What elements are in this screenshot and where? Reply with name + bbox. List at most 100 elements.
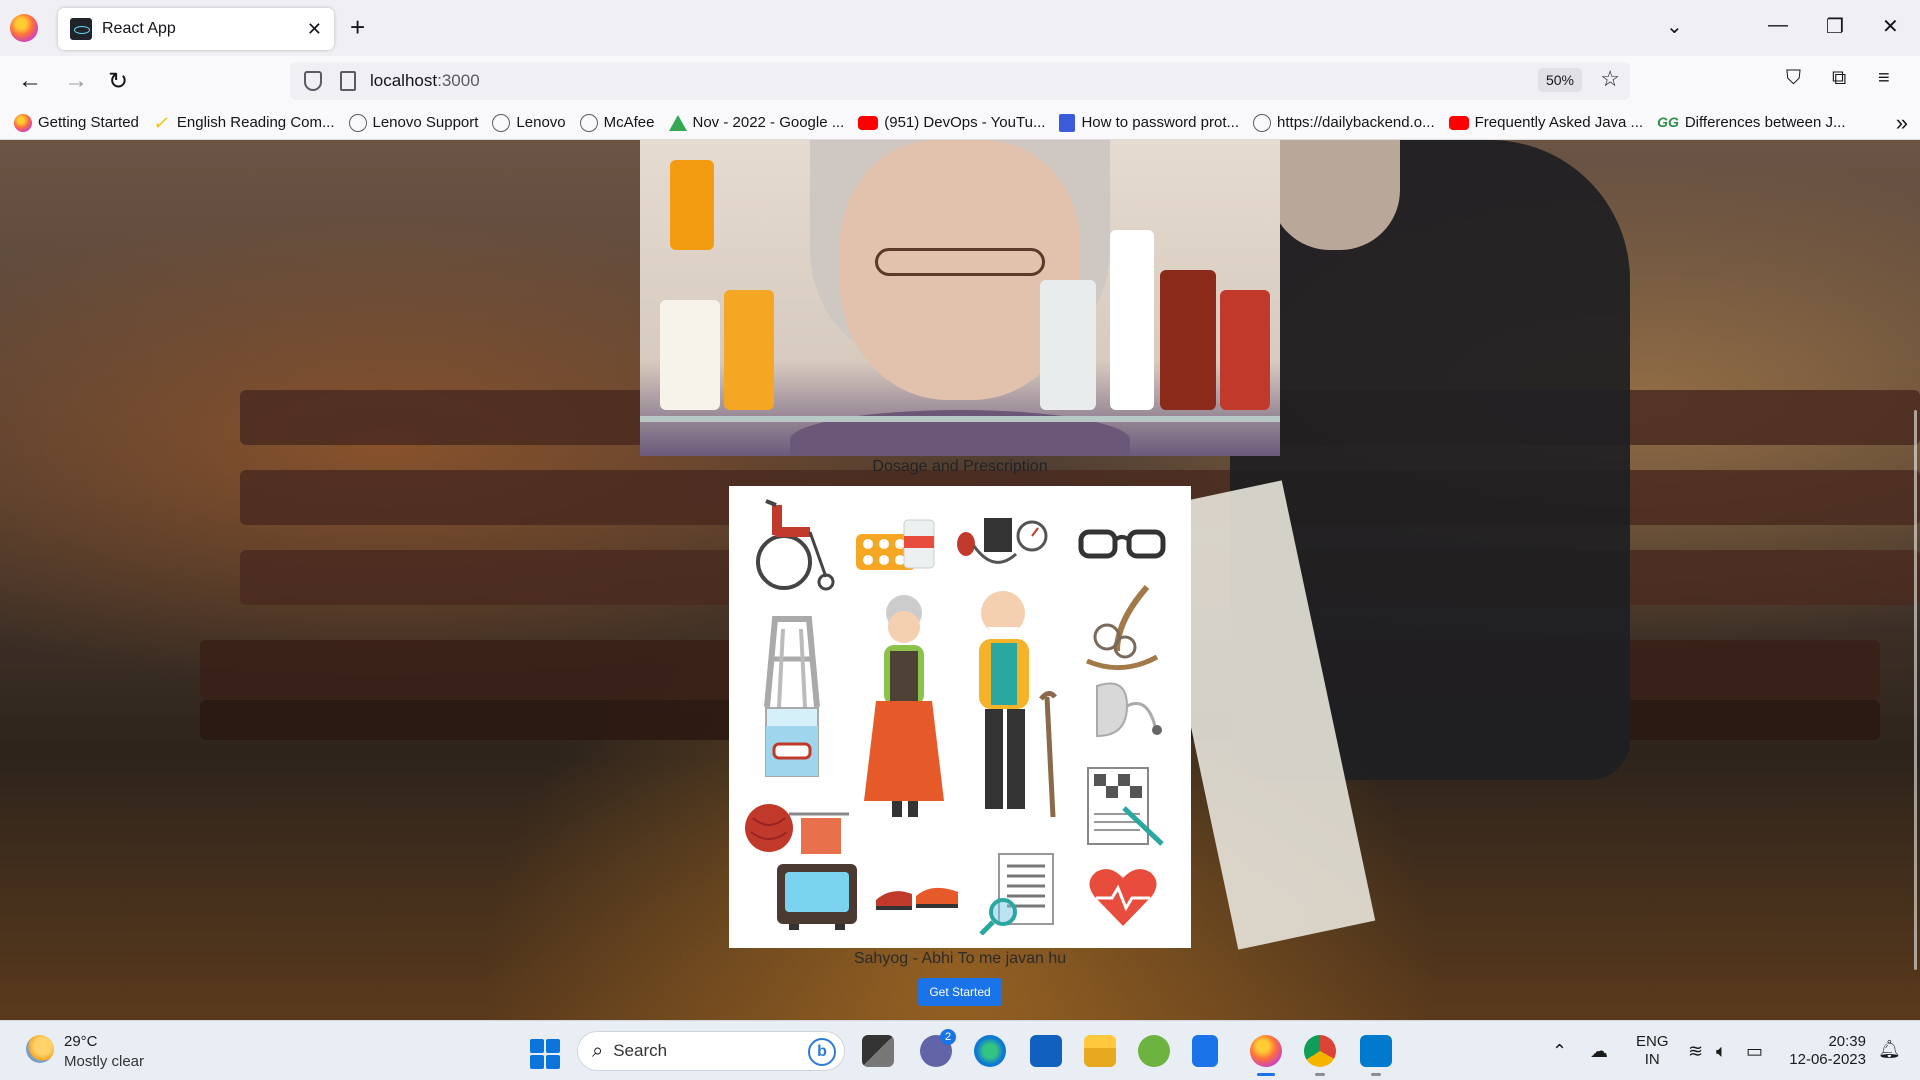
weather-temperature[interactable]: 29°C	[64, 1033, 98, 1050]
bookmark-lenovo-support[interactable]: Lenovo Support	[348, 113, 478, 132]
firefox-icon[interactable]	[10, 14, 38, 42]
chevron-down-icon[interactable]: ⌄	[1666, 14, 1683, 39]
extensions-icon[interactable]: ⧉	[1832, 67, 1846, 90]
dentures-glass-icon	[747, 696, 837, 786]
bookmark-english-reading[interactable]: ✓ English Reading Com...	[153, 114, 335, 132]
bing-icon[interactable]: b	[808, 1038, 836, 1066]
menu-icon[interactable]: ≡	[1878, 67, 1890, 90]
slippers-icon	[867, 856, 967, 936]
globe-icon	[492, 113, 511, 132]
page-icon[interactable]	[340, 71, 356, 91]
bookmark-star-icon[interactable]: ☆	[1600, 66, 1620, 92]
microsoft-store-icon[interactable]	[1030, 1035, 1062, 1067]
elderly-care-illustration	[729, 486, 1191, 948]
blood-pressure-monitor-icon	[951, 494, 1051, 594]
chevron-up-icon[interactable]: ⌃	[1552, 1041, 1567, 1062]
firefox-active-indicator	[1257, 1073, 1275, 1076]
minimize-button[interactable]: —	[1768, 14, 1788, 37]
firefox-taskbar-icon[interactable]	[1250, 1035, 1282, 1067]
start-button[interactable]	[530, 1039, 560, 1069]
section-title: Dosage and Prescription	[872, 458, 1048, 475]
search-icon: ⌕	[592, 1039, 604, 1062]
taskbar-search[interactable]: ⌕ Search b	[577, 1031, 845, 1071]
newspaper-magnifier-icon	[969, 842, 1069, 942]
bookmark-lenovo[interactable]: Lenovo	[492, 113, 566, 132]
react-icon	[70, 18, 92, 40]
shield-icon[interactable]	[304, 71, 322, 91]
notifications-icon[interactable]: 🔔︎	[1878, 1039, 1901, 1060]
bookmark-dailybackend[interactable]: https://dailybackend.o...	[1253, 113, 1435, 132]
pocket-icon[interactable]: ⛉	[1786, 67, 1801, 90]
get-started-button[interactable]: Get Started	[918, 978, 1002, 1006]
bookmark-differences[interactable]: GG Differences between J...	[1657, 114, 1845, 132]
chrome-running-indicator	[1315, 1073, 1325, 1076]
volume-icon[interactable]: 🔈︎	[1716, 1041, 1727, 1062]
reload-button[interactable]: ↻	[108, 67, 128, 96]
background-person-head	[1270, 140, 1400, 250]
edge-icon[interactable]	[974, 1035, 1006, 1067]
chat-badge: 2	[940, 1029, 956, 1045]
browser-tab-bar: React App ✕ + ⌄ — ❐ ✕	[0, 0, 1920, 56]
rocking-chair-icon	[1067, 578, 1177, 678]
vscode-icon[interactable]	[1360, 1035, 1392, 1067]
file-explorer-icon[interactable]	[1084, 1035, 1116, 1067]
geeksforgeeks-icon: GG	[1657, 113, 1679, 130]
elderly-woman-icon	[849, 586, 959, 836]
checkmark-icon: ✓	[152, 112, 168, 133]
tab-react-app[interactable]: React App ✕	[58, 8, 334, 50]
spring-tools-icon[interactable]	[1138, 1035, 1170, 1067]
tab-title: React App	[102, 20, 176, 37]
firefox-icon	[14, 113, 32, 132]
weather-description[interactable]: Mostly clear	[64, 1053, 144, 1070]
youtube-icon	[858, 115, 879, 130]
tagline: Sahyog - Abhi To me javan hu	[853, 950, 1067, 967]
onedrive-icon[interactable]: ☁	[1590, 1041, 1608, 1062]
bookmark-mcafee[interactable]: McAfee	[579, 113, 655, 132]
url-host: localhost	[370, 71, 438, 90]
forward-button[interactable]: →	[64, 67, 88, 95]
zoom-level-button[interactable]: 50%	[1537, 68, 1582, 92]
system-clock[interactable]: 20:39 12-06-2023	[1786, 1033, 1866, 1069]
chrome-icon[interactable]	[1304, 1035, 1336, 1067]
bookmark-google-drive[interactable]: Nov - 2022 - Google ...	[668, 114, 844, 131]
language-code: ENG	[1636, 1033, 1669, 1050]
bookmark-devops-youtube[interactable]: (951) DevOps - YouTu...	[858, 114, 1045, 131]
search-label: Search	[613, 1041, 668, 1060]
navigation-bar: ← → ↻ localhost :3000 50% ☆ ⛉ ⧉ ≡	[0, 56, 1920, 106]
wheelchair-icon	[741, 494, 841, 594]
chevron-right-double-icon[interactable]: »	[1896, 110, 1908, 136]
hearing-aid-icon	[1067, 666, 1177, 756]
clock-time: 20:39	[1828, 1033, 1866, 1050]
hero-image-medicine	[640, 140, 1280, 456]
teams-chat-icon[interactable]: 2	[920, 1029, 956, 1067]
notepad-icon[interactable]	[1192, 1035, 1218, 1067]
weather-moon-icon[interactable]	[26, 1035, 54, 1063]
bookmark-java-faq[interactable]: Frequently Asked Java ...	[1448, 114, 1643, 131]
vscode-running-indicator	[1371, 1073, 1381, 1076]
region-code: IN	[1644, 1051, 1660, 1068]
address-bar[interactable]: localhost :3000 50% ☆	[290, 62, 1630, 100]
restore-button[interactable]: ❐	[1826, 14, 1844, 39]
globe-icon	[348, 113, 367, 132]
bookmark-password-protect[interactable]: How to password prot...	[1059, 113, 1239, 132]
scrollbar[interactable]	[1914, 410, 1917, 970]
close-icon[interactable]: ✕	[307, 19, 322, 40]
battery-icon[interactable]: ▭	[1746, 1041, 1763, 1062]
youtube-icon	[1448, 115, 1469, 130]
bookmark-getting-started[interactable]: Getting Started	[14, 113, 139, 132]
task-view-icon[interactable]	[862, 1035, 894, 1067]
close-window-button[interactable]: ✕	[1882, 14, 1899, 39]
bookmarks-toolbar: Getting Started ✓ English Reading Com... …	[0, 106, 1920, 140]
windows-taskbar: 29°C Mostly clear ⌕ Search b 2 ⌃ ☁ ENG I…	[0, 1020, 1920, 1080]
language-indicator[interactable]: ENG IN	[1636, 1033, 1669, 1069]
page-viewport: Dosage and Prescription Sahyog - Abhi To…	[0, 140, 1920, 1020]
elderly-man-icon	[957, 582, 1067, 832]
crossword-icon	[1069, 756, 1179, 856]
tv-icon	[767, 856, 867, 936]
new-tab-button[interactable]: +	[350, 12, 365, 43]
url-port: :3000	[437, 71, 480, 90]
heart-pulse-icon	[1073, 852, 1173, 942]
wifi-icon[interactable]: ≋	[1688, 1041, 1703, 1062]
back-button[interactable]: ←	[18, 67, 42, 95]
pills-icon	[851, 494, 941, 594]
